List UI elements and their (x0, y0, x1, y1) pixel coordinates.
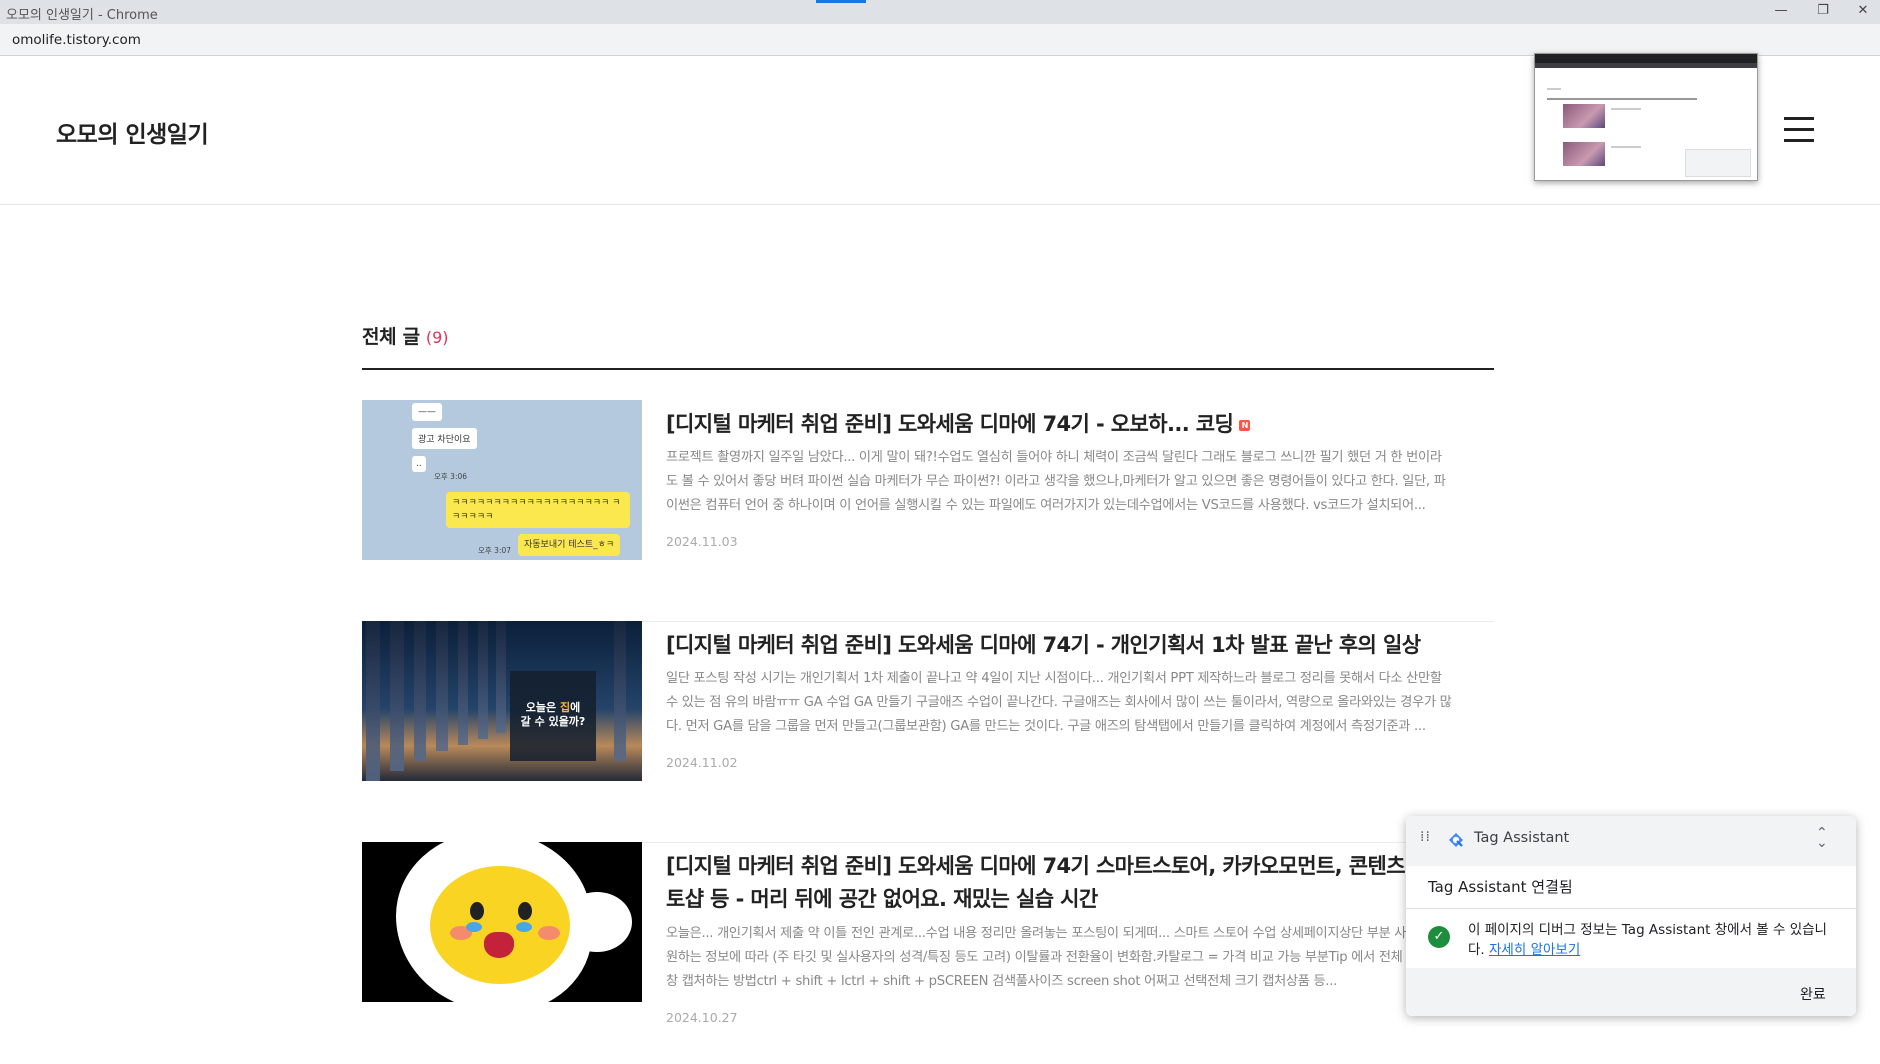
tag-assistant-popup: ⁞⁞ Tag Assistant ⌃ ⌄ Tag Assistant 연결됨 ✓ … (1406, 816, 1856, 1016)
blog-title[interactable]: 오모의 인생일기 (56, 115, 209, 149)
preview-image (1563, 142, 1605, 166)
caption-highlight: 집 (559, 701, 571, 714)
hamburger-icon[interactable] (1784, 117, 1814, 142)
preview-line (1611, 146, 1641, 148)
thumb-caption-line2: 갈 수 있을까? (520, 715, 586, 728)
post-date: 2024.10.27 (666, 1010, 738, 1025)
tag-assistant-footer: 완료 (1406, 968, 1856, 1016)
minimize-button[interactable]: — (1768, 3, 1794, 21)
collapse-icon[interactable]: ⌃ ⌄ (1816, 826, 1828, 850)
post-thumbnail[interactable]: 오늘은 집에 갈 수 있을까? (362, 621, 642, 781)
post-item[interactable]: —— 광고 차단이요 .. 오후 3:06 ㅋㅋㅋㅋㅋㅋㅋㅋㅋㅋㅋㅋㅋㅋㅋㅋㅋㅋ… (362, 400, 1494, 622)
chat-bubble: 광고 차단이요 (412, 428, 477, 449)
post-thumbnail[interactable]: —— 광고 차단이요 .. 오후 3:06 ㅋㅋㅋㅋㅋㅋㅋㅋㅋㅋㅋㅋㅋㅋㅋㅋㅋㅋ… (362, 400, 642, 560)
pillar (614, 621, 626, 761)
preview-tabbar (1535, 63, 1757, 68)
tag-assistant-message: 이 페이지의 디버그 정보는 Tag Assistant 창에서 볼 수 있습니… (1468, 920, 1838, 960)
preview-line (1547, 88, 1561, 90)
post-excerpt: 일단 포스팅 작성 시기는 개인기획서 1차 제출이 끝나고 약 4일이 지난 … (666, 671, 1452, 734)
section-label: 전체 글 (362, 326, 420, 348)
thumb-caption-card: 오늘은 집에 갈 수 있을까? (510, 671, 596, 761)
connection-status: Tag Assistant 연결됨 (1428, 878, 1573, 896)
cheek (538, 926, 560, 940)
section-heading: 전체 글 (9) (362, 322, 1494, 370)
tab-indicator (816, 0, 866, 3)
post-title[interactable]: [디지털 마케터 취업 준비] 도와세움 디마에 74기 스마트스토어, 카카오… (666, 850, 1486, 916)
chat-bubble: —— (412, 403, 442, 421)
eye (470, 902, 484, 920)
tag-assistant-header: ⁞⁞ Tag Assistant ⌃ ⌄ (1406, 816, 1856, 866)
chat-bubble: 자동보내기 테스트_ㅎㅋ (518, 534, 621, 556)
menu-line (1784, 128, 1814, 131)
post-title[interactable]: [디지털 마케터 취업 준비] 도와세움 디마에 74기 - 오보하... 코딩… (666, 408, 1486, 441)
post-date: 2024.11.03 (666, 534, 738, 549)
new-icon: N (1239, 419, 1251, 431)
window-title: 오모의 인생일기 - Chrome (6, 8, 158, 23)
pillar (496, 621, 506, 733)
pillar (458, 621, 468, 745)
post-item[interactable]: 오늘은 집에 갈 수 있을까? [디지털 마케터 취업 준비] 도와세움 디마에… (362, 621, 1494, 843)
mouth (484, 932, 514, 958)
post-date: 2024.11.02 (666, 755, 738, 770)
menu-line (1784, 139, 1814, 142)
post-title-text[interactable]: [디지털 마케터 취업 준비] 도와세움 디마에 74기 - 오보하... 코딩 (666, 412, 1234, 436)
caption-text: 에 (570, 701, 581, 714)
restore-button[interactable]: ❐ (1810, 3, 1836, 21)
egg-yolk (430, 866, 570, 984)
menu-line (1784, 117, 1814, 120)
preview-image (1563, 104, 1605, 128)
drag-handle-icon[interactable]: ⁞⁞ (1420, 830, 1431, 844)
eye (518, 902, 532, 920)
divider (1406, 908, 1856, 909)
preview-topbar (1535, 54, 1757, 63)
tag-assistant-icon (1449, 833, 1463, 847)
chat-bubble: .. (412, 456, 426, 472)
post-excerpt: 프로젝트 촬영까지 일주일 남았다... 이게 말이 돼?!수업도 열심히 들어… (666, 450, 1446, 513)
post-excerpt: 오늘은... 개인기획서 제출 약 이틀 전인 관계로...수업 내용 정리만 … (666, 926, 1442, 989)
egg-white (562, 892, 632, 952)
post-title[interactable]: [디지털 마케터 취업 준비] 도와세움 디마에 74기 - 개인기획서 1차 … (666, 629, 1486, 662)
chat-time: 오후 3:06 (434, 472, 468, 481)
check-circle-icon: ✓ (1428, 926, 1450, 948)
page-preview-thumbnail[interactable] (1534, 53, 1758, 181)
preview-panel (1685, 149, 1751, 177)
post-count: (9) (425, 328, 449, 347)
done-button[interactable]: 완료 (1800, 984, 1826, 1004)
pillar (414, 621, 426, 761)
pillar (366, 621, 380, 781)
tear (466, 922, 482, 932)
window-titlebar: 오모의 인생일기 - Chrome — ❐ ✕ (0, 0, 1880, 24)
chat-bubble: ㅋㅋㅋㅋㅋㅋㅋㅋㅋㅋㅋㅋㅋㅋㅋㅋㅋㅋㅋ ㅋㅋㅋㅋㅋㅋ (446, 492, 630, 528)
thumb-caption-line1: 오늘은 집에 (510, 701, 596, 715)
address-url[interactable]: omolife.tistory.com (12, 32, 141, 48)
close-button[interactable]: ✕ (1850, 3, 1876, 21)
chat-time: 오후 3:07 (478, 546, 512, 555)
pillar (436, 621, 448, 751)
preview-line (1547, 98, 1697, 100)
address-bar[interactable]: omolife.tistory.com (0, 24, 1880, 56)
preview-line (1611, 108, 1641, 110)
post-item[interactable]: [디지털 마케터 취업 준비] 도와세움 디마에 74기 스마트스토어, 카카오… (362, 842, 1494, 1064)
post-thumbnail[interactable] (362, 842, 642, 1002)
caption-text: 오늘은 (525, 701, 560, 714)
pillar (390, 621, 404, 771)
learn-more-link[interactable]: 자세히 알아보기 (1489, 942, 1580, 958)
tag-assistant-name: Tag Assistant (1474, 830, 1570, 846)
pillar (478, 621, 488, 739)
tear (516, 922, 532, 932)
